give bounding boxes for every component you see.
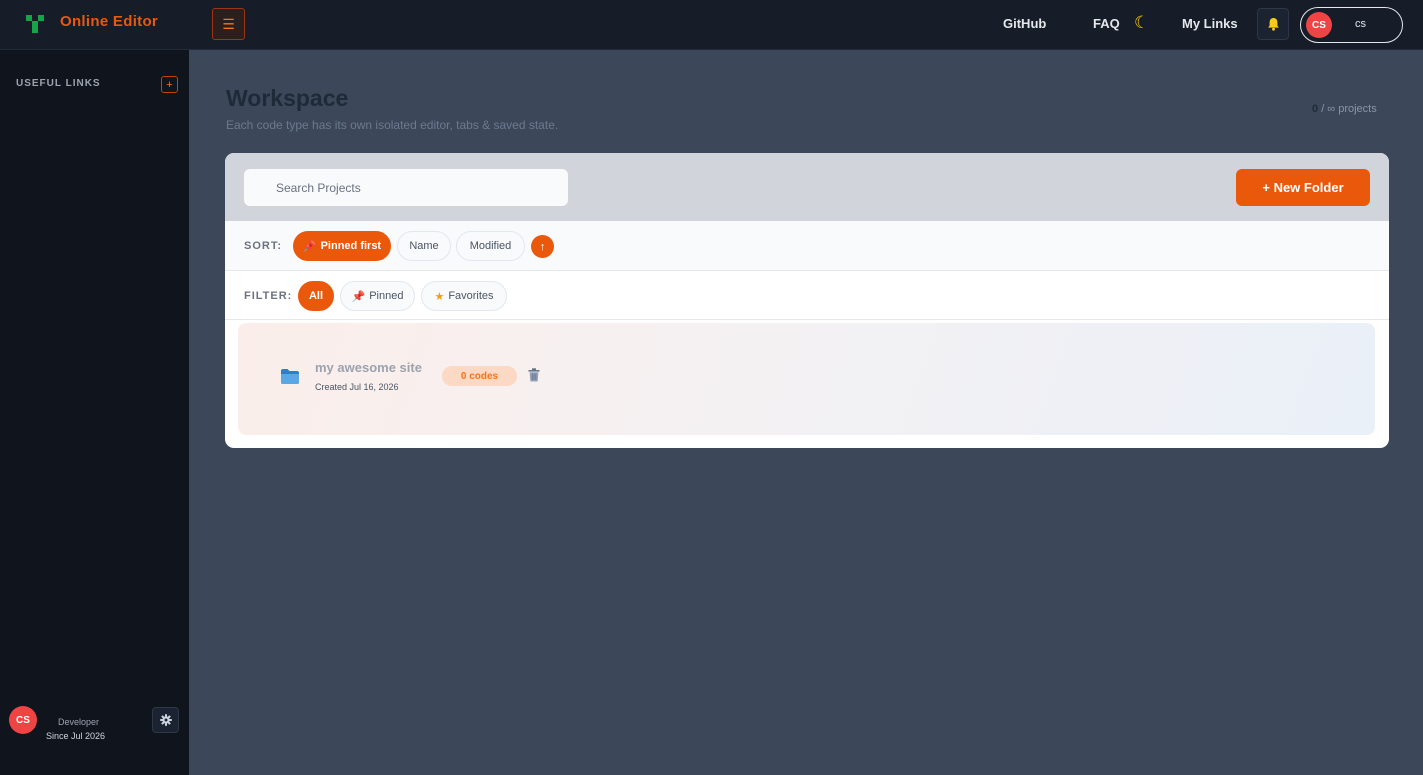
search-input[interactable] xyxy=(244,169,568,206)
add-link-button[interactable]: + xyxy=(161,76,178,93)
sort-bar: SORT: 📌 Pinned first Name Modified ↑ xyxy=(225,221,1389,271)
project-name[interactable]: my awesome site xyxy=(315,360,422,375)
page-subtitle: Each code type has its own isolated edit… xyxy=(226,118,559,132)
chip-label: Pinned xyxy=(369,290,404,302)
useful-links-heading: USEFUL LINKS xyxy=(16,78,101,89)
gear-icon xyxy=(159,714,172,726)
hamburger-icon: ☰ xyxy=(222,15,235,32)
project-created-date: Created Jul 16, 2026 xyxy=(315,382,399,392)
brand-name[interactable]: Online Editor xyxy=(60,13,158,30)
codes-count-badge: 0 codes xyxy=(442,366,517,386)
nav-link-my-links[interactable]: My Links xyxy=(1182,16,1238,31)
chip-label: Name xyxy=(409,240,439,252)
filter-bar: FILTER: All 📌 Pinned ★ Favorites xyxy=(225,271,1389,320)
filter-label: FILTER: xyxy=(244,290,293,302)
folder-icon xyxy=(281,369,299,384)
project-limit: / ∞ projects xyxy=(1321,103,1377,115)
bell-icon xyxy=(1267,18,1279,31)
project-count: 0 xyxy=(1312,103,1319,115)
avatar: CS xyxy=(1306,12,1332,38)
star-icon: ★ xyxy=(434,290,445,303)
pin-icon: 📌 xyxy=(351,290,366,303)
chip-label: Modified xyxy=(469,240,512,252)
arrow-up-icon: ↑ xyxy=(539,240,546,253)
trash-icon[interactable] xyxy=(528,368,540,382)
avatar[interactable]: CS xyxy=(9,706,37,734)
sort-name-chip[interactable]: Name xyxy=(397,231,451,261)
sort-direction-button[interactable]: ↑ xyxy=(531,235,554,258)
pin-icon: 📌 xyxy=(302,240,317,253)
notifications-button[interactable] xyxy=(1257,8,1289,40)
chip-label: All xyxy=(308,290,324,302)
nav-link-faq[interactable]: FAQ xyxy=(1093,16,1120,31)
sort-pinned-first-chip[interactable]: 📌 Pinned first xyxy=(293,231,391,261)
member-since: Since Jul 2026 xyxy=(46,731,106,741)
sort-modified-chip[interactable]: Modified xyxy=(456,231,525,261)
user-name: cs xyxy=(1355,18,1366,30)
project-quota: 0 / ∞ projects xyxy=(1312,103,1377,115)
menu-toggle-button[interactable]: ☰ xyxy=(212,8,245,40)
chip-label: Favorites xyxy=(448,290,494,302)
filter-all-chip[interactable]: All xyxy=(298,281,334,311)
filter-pinned-chip[interactable]: 📌 Pinned xyxy=(340,281,415,311)
projects-toolbar: + New Folder xyxy=(225,153,1389,221)
top-navbar: Online Editor ☰ GitHub FAQ ☾ My Links CS… xyxy=(0,0,1423,50)
user-role: Developer xyxy=(58,717,100,727)
chip-label: Pinned first xyxy=(320,240,382,252)
theme-toggle-moon-icon[interactable]: ☾ xyxy=(1134,13,1149,33)
user-menu-button[interactable]: CS cs xyxy=(1300,7,1403,43)
settings-button[interactable] xyxy=(152,707,179,733)
nav-link-github[interactable]: GitHub xyxy=(1003,16,1046,31)
filter-favorites-chip[interactable]: ★ Favorites xyxy=(421,281,507,311)
sort-label: SORT: xyxy=(244,240,282,252)
project-card[interactable]: my awesome site Created Jul 16, 2026 0 c… xyxy=(238,323,1375,435)
sidebar: USEFUL LINKS + CS Developer Since Jul 20… xyxy=(0,50,189,775)
logo-icon xyxy=(26,15,44,33)
page-title: Workspace xyxy=(226,85,349,111)
new-folder-button[interactable]: + New Folder xyxy=(1236,169,1370,206)
projects-panel: + New Folder SORT: 📌 Pinned first Name M… xyxy=(225,153,1389,448)
